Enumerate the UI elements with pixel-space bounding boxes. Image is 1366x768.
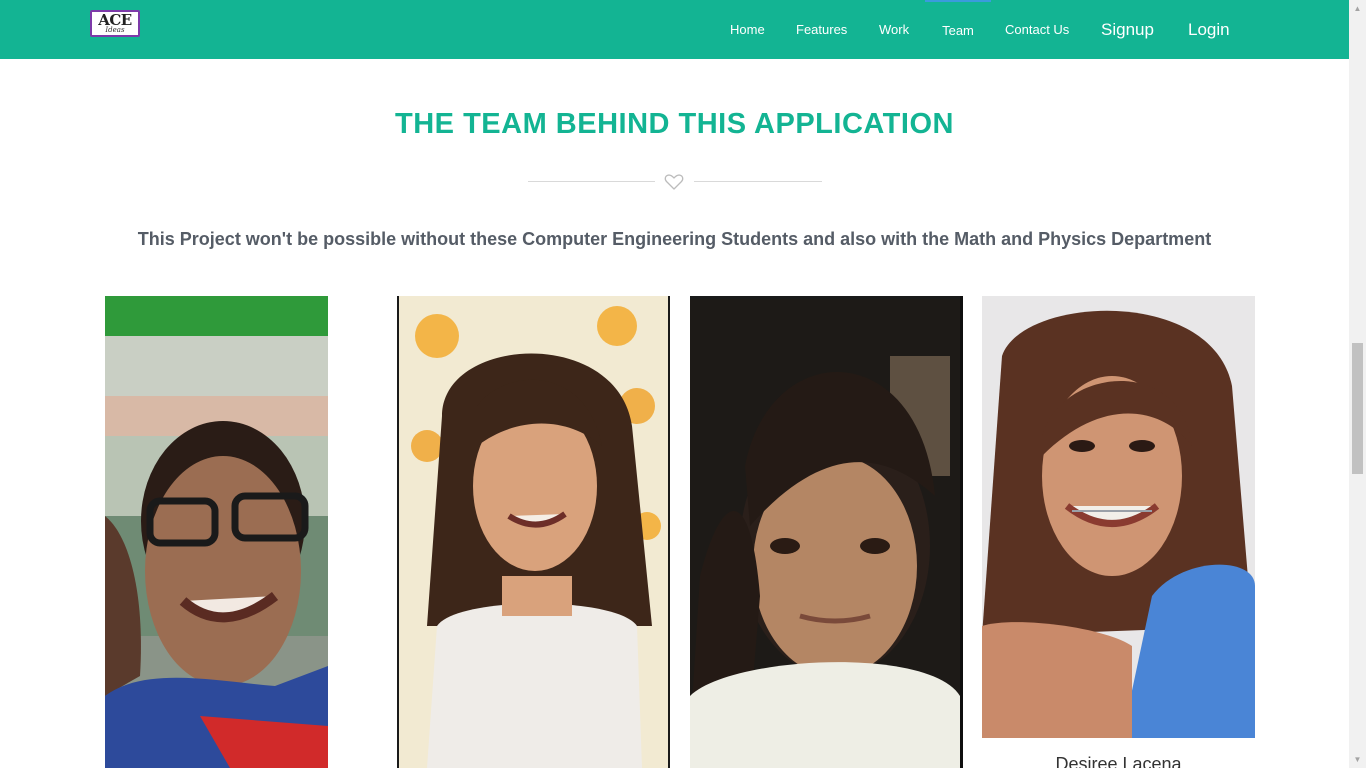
member-name-4: Desiree Lacena bbox=[1055, 754, 1182, 768]
member-photo-2-image bbox=[397, 296, 670, 768]
nav-login[interactable]: Login bbox=[1188, 0, 1230, 59]
scroll-thumb[interactable] bbox=[1352, 343, 1363, 474]
page-scrollbar[interactable]: ▲ ▼ bbox=[1349, 0, 1366, 768]
navbar: ACE Ideas Home Features Work Team Contac… bbox=[0, 0, 1349, 59]
member-photo-1[interactable] bbox=[105, 296, 328, 768]
section-title: THE TEAM BEHIND THIS APPLICATION bbox=[395, 108, 954, 140]
section-subtitle: This Project won't be possible without t… bbox=[137, 229, 1212, 249]
logo-sub-text: Ideas bbox=[105, 26, 125, 34]
member-photo-4[interactable] bbox=[982, 296, 1255, 738]
member-photo-4-image bbox=[982, 296, 1255, 738]
scroll-up-icon[interactable]: ▲ bbox=[1349, 0, 1366, 17]
divider-right bbox=[694, 181, 822, 182]
nav-work[interactable]: Work bbox=[879, 0, 909, 59]
nav-features[interactable]: Features bbox=[796, 0, 847, 59]
nav-contact-us[interactable]: Contact Us bbox=[1005, 0, 1069, 59]
scroll-down-icon[interactable]: ▼ bbox=[1349, 751, 1366, 768]
member-photo-3[interactable] bbox=[690, 296, 963, 768]
member-photo-2[interactable] bbox=[397, 296, 670, 768]
nav-home[interactable]: Home bbox=[730, 0, 765, 59]
nav-signup[interactable]: Signup bbox=[1101, 0, 1154, 59]
ace-ideas-logo[interactable]: ACE Ideas bbox=[90, 10, 140, 37]
logo-main-text: ACE bbox=[98, 11, 132, 29]
member-photo-1-image bbox=[105, 296, 328, 768]
nav-team[interactable]: Team bbox=[925, 0, 991, 59]
heart-outline-icon bbox=[664, 174, 684, 190]
member-photo-3-image bbox=[690, 296, 963, 768]
divider-left bbox=[528, 181, 655, 182]
